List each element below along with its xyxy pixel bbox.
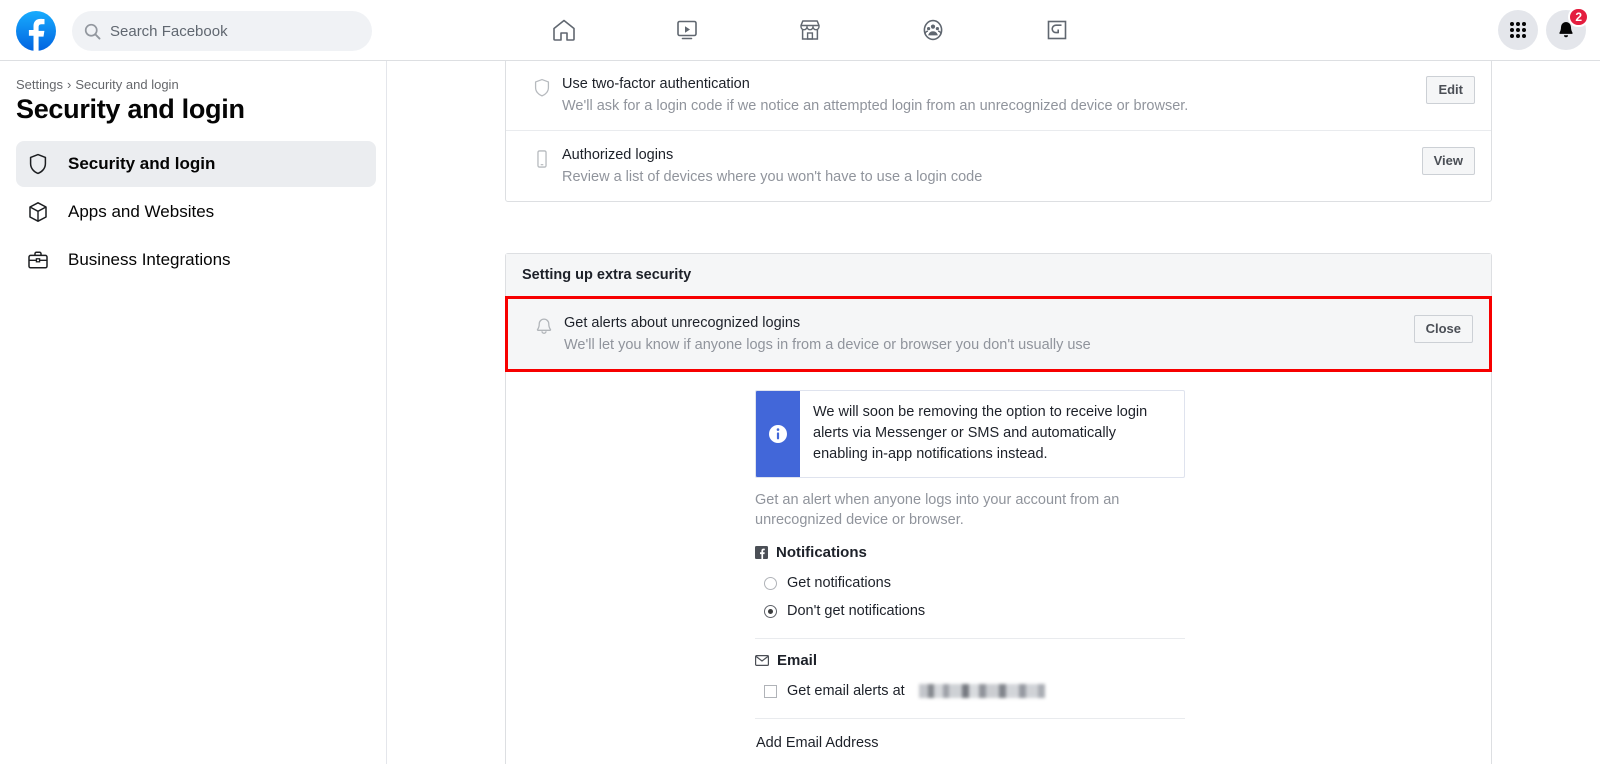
row-text: Authorized logins Review a list of devic… <box>562 145 1422 187</box>
alert-settings-panel: We will soon be removing the option to r… <box>506 372 1491 764</box>
row-title: Use two-factor authentication <box>562 76 750 92</box>
option-label: Get notifications <box>787 575 891 591</box>
extra-security-card: Setting up extra security Get alerts abo… <box>505 253 1492 764</box>
row-text: Use two-factor authentication We'll ask … <box>562 74 1426 116</box>
nav-gaming-button[interactable] <box>1001 6 1112 54</box>
section-label: Notifications <box>776 544 867 561</box>
nav-groups-button[interactable] <box>878 6 989 54</box>
row-description: We'll let you know if anyone logs in fro… <box>564 337 1091 353</box>
storefront-icon <box>800 20 820 40</box>
briefcase-icon <box>26 248 54 272</box>
divider <box>755 718 1185 719</box>
checkbox[interactable] <box>764 684 777 698</box>
section-label: Email <box>777 652 818 669</box>
radio-button[interactable] <box>764 576 777 590</box>
highlighted-alert-row: Get alerts about unrecognized logins We'… <box>505 296 1492 372</box>
breadcrumb-separator: › <box>66 77 72 92</box>
row-description: Review a list of devices where you won't… <box>562 169 983 185</box>
notification-badge: 2 <box>1568 7 1589 27</box>
apps-menu-button[interactable] <box>1498 10 1538 50</box>
info-banner-accent <box>756 391 800 477</box>
breadcrumb: Settings › Security and login <box>16 77 376 92</box>
nav-watch-button[interactable] <box>631 6 742 54</box>
info-circle-icon <box>769 425 787 443</box>
sidebar-item-business-integrations[interactable]: Business Integrations <box>16 237 376 283</box>
row-text: Get alerts about unrecognized logins We'… <box>564 313 1414 355</box>
info-banner: We will soon be removing the option to r… <box>755 390 1185 478</box>
close-button[interactable]: Close <box>1413 315 1473 343</box>
row-action: View <box>1421 145 1475 175</box>
main-nav-tabs <box>508 0 1112 60</box>
add-email-address-link[interactable]: Add Email Address <box>755 732 1185 754</box>
home-icon <box>552 19 575 41</box>
sidebar-item-security-and-login[interactable]: Security and login <box>16 141 376 187</box>
option-label: Get email alerts at <box>787 683 905 699</box>
checkbox-option-email-alerts[interactable]: Get email alerts at <box>755 677 1185 705</box>
page-title: Security and login <box>16 94 245 124</box>
sidebar-item-apps-and-websites[interactable]: Apps and Websites <box>16 189 376 235</box>
notifications-section-heading: Notifications <box>755 544 1185 561</box>
settings-sidebar: Settings › Security and login Security and… <box>0 61 387 764</box>
bell-icon <box>524 313 564 338</box>
email-section-heading: Email <box>755 652 1185 669</box>
panel-lead-text: Get an alert when anyone logs into your … <box>755 492 1120 528</box>
row-authorized-logins: Authorized logins Review a list of devic… <box>506 131 1491 201</box>
radio-option-dont-get-notifications[interactable]: Don't get notifications <box>755 597 1185 625</box>
row-action: Close <box>1413 313 1473 343</box>
shield-icon <box>522 74 562 99</box>
row-unrecognized-login-alerts[interactable]: Get alerts about unrecognized logins We'… <box>508 299 1489 369</box>
search-icon <box>84 23 101 39</box>
top-right-actions: 2 <box>1498 7 1589 50</box>
notifications-button[interactable]: 2 <box>1546 7 1589 50</box>
sidebar-item-label: Apps and Websites <box>68 202 215 221</box>
breadcrumb-current: Security and login <box>75 77 179 92</box>
envelope-icon <box>755 655 769 666</box>
edit-button[interactable]: Edit <box>1426 76 1475 104</box>
shield-icon <box>26 152 54 176</box>
redacted-email-value <box>918 684 1045 698</box>
video-play-icon <box>676 20 697 40</box>
facebook-logo-icon[interactable] <box>16 11 56 51</box>
sidebar-item-label: Security and login <box>68 154 216 173</box>
radio-button[interactable] <box>764 604 777 618</box>
view-button[interactable]: View <box>1421 147 1475 175</box>
gaming-controller-icon <box>1047 20 1066 40</box>
nav-home-button[interactable] <box>508 6 619 54</box>
breadcrumb-root[interactable]: Settings <box>16 77 63 92</box>
grid-apps-icon <box>1510 22 1526 38</box>
divider <box>755 638 1185 639</box>
row-two-factor-authentication: Use two-factor authentication We'll ask … <box>506 61 1491 131</box>
option-label: Don't get notifications <box>787 603 926 619</box>
row-action: Edit <box>1426 74 1475 104</box>
groups-people-icon <box>923 19 943 41</box>
radio-option-get-notifications[interactable]: Get notifications <box>755 569 1185 597</box>
nav-marketplace-button[interactable] <box>755 6 866 54</box>
sidebar-item-label: Business Integrations <box>68 250 231 269</box>
security-settings-card: Use two-factor authentication We'll ask … <box>505 61 1492 202</box>
row-title: Authorized logins <box>562 147 674 163</box>
search-box[interactable] <box>72 11 372 51</box>
extra-security-heading: Setting up extra security <box>506 254 1491 297</box>
row-title: Get alerts about unrecognized logins <box>564 315 801 331</box>
mobile-phone-icon <box>522 145 562 170</box>
main-content: Use two-factor authentication We'll ask … <box>388 61 1600 764</box>
info-banner-text: We will soon be removing the option to r… <box>813 404 1148 462</box>
search-input[interactable] <box>110 22 350 40</box>
cube-box-icon <box>26 200 54 224</box>
facebook-square-icon <box>755 546 768 559</box>
top-navigation-bar: 2 <box>0 0 1600 61</box>
row-description: We'll ask for a login code if we notice … <box>562 98 1189 114</box>
